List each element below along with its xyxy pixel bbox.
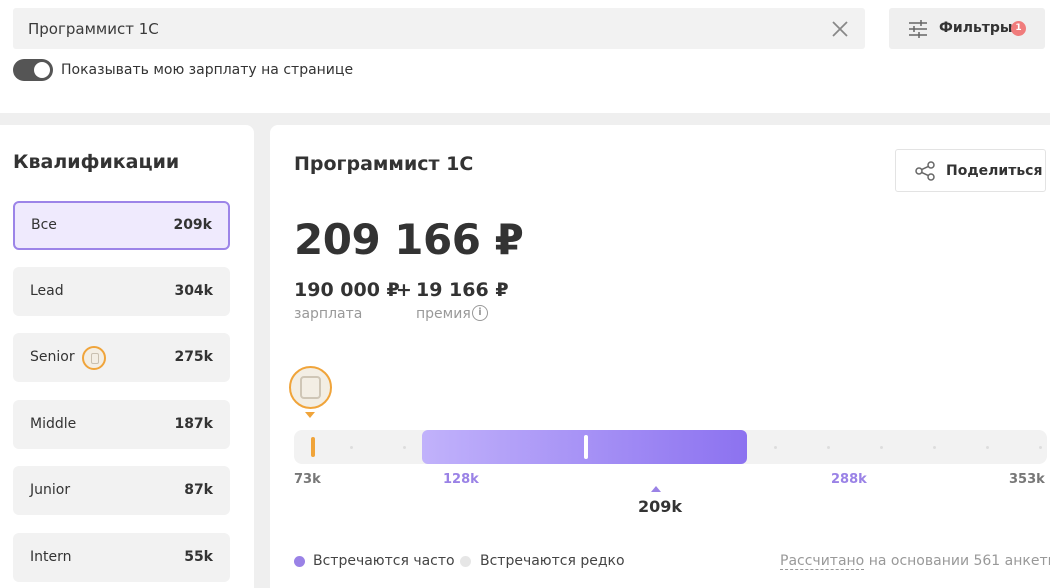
bonus-amount: 19 166 ₽ bbox=[416, 279, 509, 301]
close-icon[interactable] bbox=[829, 18, 851, 40]
top-bar: Программист 1С Фильтры 1 Показывать мою … bbox=[0, 0, 1050, 113]
qualification-item-intern[interactable]: Intern 55k bbox=[13, 533, 230, 582]
qualification-label: Все bbox=[31, 217, 57, 233]
track-dot bbox=[880, 446, 883, 449]
certificate-icon bbox=[82, 346, 106, 370]
salary-caption: зарплата bbox=[294, 306, 363, 322]
tick-range-low: 128k bbox=[443, 472, 479, 487]
qualifications-panel: Квалификации Все 209k Lead 304k Senior 2… bbox=[0, 125, 254, 588]
total-salary: 209 166 ₽ bbox=[294, 215, 524, 264]
legend-rarely-dot bbox=[460, 556, 471, 567]
median-label: 209k bbox=[638, 497, 683, 516]
legend-often-dot bbox=[294, 556, 305, 567]
salary-range-track bbox=[294, 430, 1047, 464]
share-icon bbox=[915, 161, 935, 181]
show-my-salary-label: Показывать мою зарплату на странице bbox=[61, 62, 354, 78]
certificate-icon bbox=[300, 376, 321, 399]
share-button[interactable]: Поделиться bbox=[895, 149, 1046, 192]
calculation-basis-text: на основании 561 анкеты bbox=[864, 553, 1050, 569]
track-dot bbox=[774, 446, 777, 449]
qualification-value: 209k bbox=[173, 217, 212, 233]
qualification-label: Lead bbox=[30, 283, 64, 299]
tick-min: 73k bbox=[294, 472, 321, 487]
salary-detail-panel: Программист 1С Поделиться 209 166 ₽ 190 … bbox=[270, 125, 1050, 588]
tick-max: 353k bbox=[1009, 472, 1045, 487]
my-position-pin bbox=[289, 366, 332, 409]
track-dot bbox=[986, 446, 989, 449]
qualification-item-senior[interactable]: Senior 275k bbox=[13, 333, 230, 382]
search-input[interactable]: Программист 1С bbox=[13, 8, 865, 49]
qualification-label: Intern bbox=[30, 549, 72, 565]
median-marker bbox=[584, 435, 589, 459]
qualification-label: Junior bbox=[30, 482, 71, 498]
track-dot bbox=[1039, 446, 1042, 449]
track-dot bbox=[827, 446, 830, 449]
info-icon[interactable]: i bbox=[472, 305, 488, 321]
plus-sign: + bbox=[396, 279, 412, 301]
tick-range-high: 288k bbox=[831, 472, 867, 487]
qualification-value: 304k bbox=[174, 283, 213, 299]
job-title: Программист 1С bbox=[294, 153, 474, 175]
sliders-icon bbox=[909, 20, 927, 38]
legend-often-label: Встречаются часто bbox=[313, 553, 455, 569]
legend-rarely-label: Встречаются редко bbox=[480, 553, 625, 569]
qualification-value: 275k bbox=[174, 349, 213, 365]
my-position-pointer bbox=[305, 412, 315, 418]
qualification-label: Senior bbox=[30, 349, 75, 365]
search-value: Программист 1С bbox=[28, 20, 159, 38]
median-arrow-icon bbox=[651, 486, 661, 492]
track-dot bbox=[403, 446, 406, 449]
qualification-item-junior[interactable]: Junior 87k bbox=[13, 466, 230, 515]
qualification-value: 55k bbox=[184, 549, 213, 565]
filters-count-badge: 1 bbox=[1011, 21, 1026, 36]
calculation-basis: Рассчитано на основании 561 анкеты bbox=[780, 553, 1050, 570]
qualification-label: Middle bbox=[30, 416, 77, 432]
filters-button[interactable]: Фильтры 1 bbox=[889, 8, 1045, 49]
track-dot bbox=[350, 446, 353, 449]
share-label: Поделиться bbox=[946, 163, 1043, 179]
qualification-value: 187k bbox=[174, 416, 213, 432]
qualification-value: 87k bbox=[184, 482, 213, 498]
qualification-item-all[interactable]: Все 209k bbox=[13, 201, 230, 250]
base-salary: 190 000 ₽ bbox=[294, 279, 400, 301]
calculation-basis-link[interactable]: Рассчитано bbox=[780, 553, 865, 570]
qualifications-title: Квалификации bbox=[13, 151, 180, 173]
track-dot bbox=[933, 446, 936, 449]
qualification-item-middle[interactable]: Middle 187k bbox=[13, 400, 230, 449]
bonus-caption: премия bbox=[416, 306, 471, 322]
filters-label: Фильтры bbox=[939, 20, 1013, 36]
show-my-salary-toggle[interactable] bbox=[13, 59, 53, 81]
my-salary-marker bbox=[311, 437, 315, 457]
qualification-item-lead[interactable]: Lead 304k bbox=[13, 267, 230, 316]
toggle-knob bbox=[34, 62, 50, 78]
